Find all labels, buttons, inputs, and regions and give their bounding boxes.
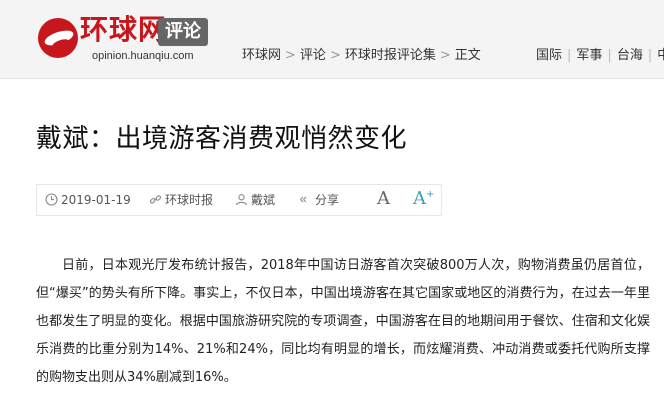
site-header: 环球网 评论 opinion.huanqiu.com 环球网 > 评论 > 环球时报评论… [0,0,664,79]
share-button[interactable]: 分享 [299,185,339,215]
breadcrumb-item-current: 正文 [454,48,481,63]
huanqiu-logo-icon[interactable] [38,18,78,58]
breadcrumb-separator: > [439,48,451,63]
breadcrumb-separator: > [329,48,341,63]
site-url: opinion.huanqiu.com [92,50,194,62]
article-meta-bar: 2019-01-19 环球时报 戴斌 分享 A A+ [36,184,442,216]
site-logo-text[interactable]: 环球网 [80,14,167,46]
breadcrumb: 环球网 > 评论 > 环球时报评论集 > 正文 [242,44,481,63]
channel-nav: 国际 | 军事 | 台海 | 中 [536,44,664,63]
article-title: 戴斌：出境游客消费观悄然变化 [36,124,408,154]
channel-china[interactable]: 中 [657,48,664,63]
breadcrumb-separator: > [285,48,296,63]
article-author-text: 戴斌 [251,193,276,207]
article-source[interactable]: 环球时报 [149,185,213,215]
clock-icon [45,193,58,206]
font-increase-icon[interactable]: A+ [413,188,434,209]
publish-date-text: 2019-01-19 [61,193,131,207]
channel-separator: | [647,48,653,63]
font-increase-label: A [413,188,426,209]
share-icon [300,196,307,203]
share-label[interactable]: 分享 [315,193,339,207]
article-paragraph: 日前，日本观光厅发布统计报告，2018年中国访日游客首次突破800万人次，购物消… [36,258,650,385]
channel-separator: | [607,48,612,63]
section-badge[interactable]: 评论 [158,18,208,46]
channel-taiwan[interactable]: 台海 [617,48,643,63]
font-increase-plus: + [426,189,435,200]
channel-military[interactable]: 军事 [576,48,602,63]
article-body: 日前，日本观光厅发布统计报告，2018年中国访日游客首次突破800万人次，购物消… [36,252,650,392]
channel-separator: | [567,48,572,63]
publish-date: 2019-01-19 [45,185,131,215]
breadcrumb-item-home[interactable]: 环球网 [242,48,281,63]
breadcrumb-item-collection[interactable]: 环球时报评论集 [345,48,436,63]
channel-international[interactable]: 国际 [536,48,562,63]
article-source-text[interactable]: 环球时报 [165,193,213,207]
user-icon [235,194,248,206]
breadcrumb-item-opinion[interactable]: 评论 [300,48,326,63]
font-decrease-icon[interactable]: A [377,188,390,209]
link-icon [149,195,162,204]
article-author: 戴斌 [235,185,275,215]
